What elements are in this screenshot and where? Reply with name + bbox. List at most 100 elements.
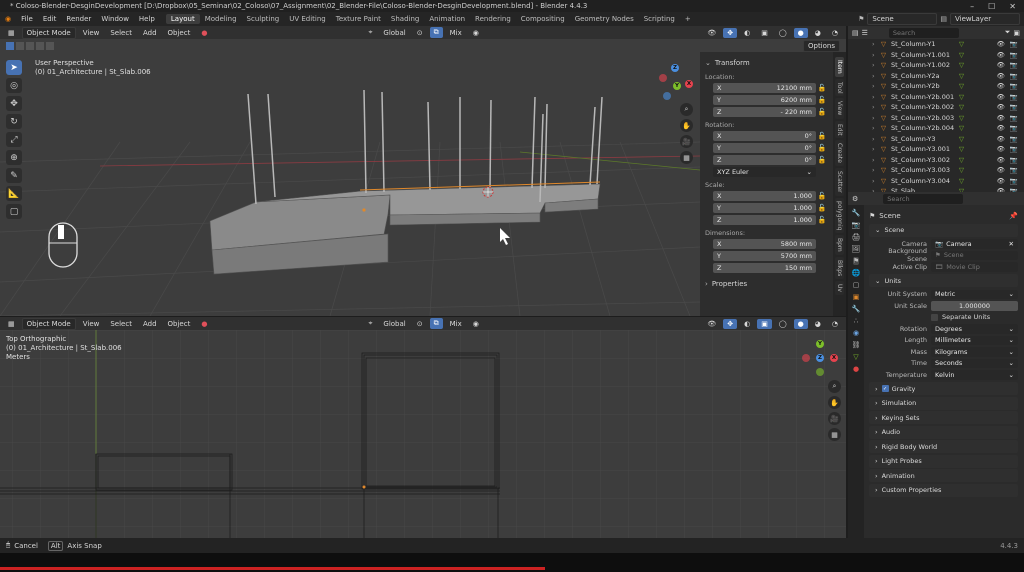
workspace-tab-animation[interactable]: Animation [424,14,470,24]
snap-icon[interactable]: ⧉ [429,318,443,329]
orientation-dropdown[interactable]: Global [379,28,409,38]
close-icon[interactable]: ✕ [1009,2,1016,11]
render-camera-icon[interactable]: 📷 [1010,72,1018,80]
unit-system-dropdown[interactable]: Metric ⌄ [931,289,1018,299]
tool-properties-icon[interactable]: 🔧 [852,209,861,217]
mode-dropdown[interactable]: Object Mode [21,317,76,330]
zoom-icon[interactable]: ⌕ [828,380,841,393]
menu-add[interactable]: Add [139,28,161,38]
lock-icon[interactable]: 🔓 [816,156,828,164]
shading-wireframe-icon[interactable]: ◯ [775,319,791,329]
transform-orientation-icon[interactable]: ⌖ [364,27,376,38]
shading-rendered-icon[interactable]: ◔ [828,319,842,329]
gizmo-z-axis[interactable]: Z [816,354,824,362]
annotate-tool-icon[interactable]: ✎ [6,168,22,183]
tab-view[interactable]: View [835,98,844,119]
gizmo-z-axis[interactable]: Z [671,64,679,72]
dimensions-x-field[interactable]: X 5800 mm [713,238,816,249]
visibility-eye-icon[interactable]: 👁 [997,82,1005,90]
camera-view-icon[interactable]: 🎥 [828,412,841,425]
menu-object[interactable]: Object [164,28,195,38]
lock-icon[interactable]: 🔓 [816,96,828,104]
panel-header-audio[interactable]: › Audio [869,425,1018,439]
gizmo-toggle-icon[interactable]: ✥ [723,318,738,329]
output-properties-icon[interactable]: 🖨 [852,233,861,241]
outliner-item[interactable]: › ▽ St_Column-Y1.001 ▽ 👁 📷 [872,50,1024,61]
visibility-icon[interactable]: 👁 [703,319,720,329]
expand-arrow-icon[interactable]: › [872,72,881,80]
shading-solid-icon[interactable]: ● [793,27,808,38]
outliner-item[interactable]: › ▽ St_Column-Y2b.001 ▽ 👁 📷 [872,92,1024,103]
visibility-eye-icon[interactable]: 👁 [997,166,1005,174]
gizmo-toggle-icon[interactable]: ✥ [723,27,738,38]
properties-search-input[interactable]: Search [883,193,964,204]
shading-material-icon[interactable]: ◕ [811,319,825,329]
expand-arrow-icon[interactable]: › [872,114,881,122]
gizmo-neg-y[interactable] [816,368,824,376]
lock-icon[interactable]: 🔓 [816,144,828,152]
visibility-eye-icon[interactable]: 👁 [997,93,1005,101]
properties-subpanel-header[interactable]: › Properties [705,278,828,289]
filter-icon[interactable]: ⏷ [1005,28,1011,37]
shading-rendered-icon[interactable]: ◔ [828,28,842,38]
panel-header-keying-sets[interactable]: › Keying Sets [869,411,1018,424]
expand-arrow-icon[interactable]: › [872,93,881,101]
visibility-eye-icon[interactable]: 👁 [997,124,1005,132]
lock-icon[interactable]: 🔓 [816,108,828,116]
proportional-icon[interactable]: ◉ [469,28,483,38]
active-clip-field[interactable]: 🎞 Movie Clip [931,262,1018,272]
render-camera-icon[interactable]: 📷 [1010,61,1018,69]
add-cube-tool-icon[interactable]: ▢ [6,204,22,219]
expand-arrow-icon[interactable]: › [872,177,881,185]
transform-tool-icon[interactable]: ⊕ [6,150,22,165]
workspace-tab-shading[interactable]: Shading [386,14,424,24]
panel-header-animation[interactable]: › Animation [869,469,1018,482]
visibility-eye-icon[interactable]: 👁 [997,114,1005,122]
outliner-item[interactable]: › ▽ St_Column-Y3.002 ▽ 👁 📷 [872,155,1024,166]
gizmo-neg-x[interactable] [802,354,810,362]
tab-blkps[interactable]: Blkps [835,257,844,280]
rotation-mode-dropdown[interactable]: XYZ Euler ⌄ [713,166,816,177]
tab-bpm[interactable]: Bpm [835,235,844,256]
lock-icon[interactable]: 🔓 [816,132,828,140]
menu-view[interactable]: View [79,319,104,329]
menu-view[interactable]: View [79,28,104,38]
orientation-dropdown[interactable]: Global [379,319,409,329]
pan-hand-icon[interactable]: ✋ [828,396,841,409]
rotate-tool-icon[interactable]: ↻ [6,114,22,129]
add-workspace-icon[interactable]: + [680,14,696,24]
view-layer-properties-icon[interactable]: 🖼 [852,245,861,253]
location-z-field[interactable]: Z- 220 mm [713,106,816,117]
visibility-eye-icon[interactable]: 👁 [997,40,1005,48]
tab-scatter[interactable]: Scatter [835,168,844,196]
gravity-panel-header[interactable]: › ✓ Gravity [869,382,1018,395]
scale-z-field[interactable]: Z 1.000 [713,214,816,225]
outliner-item[interactable]: › ▽ St_Column-Y2b.002 ▽ 👁 📷 [872,102,1024,113]
workspace-tab-scripting[interactable]: Scripting [639,14,680,24]
menu-select[interactable]: Select [106,319,136,329]
visibility-eye-icon[interactable]: 👁 [997,72,1005,80]
time-units-dropdown[interactable]: Seconds ⌄ [931,358,1018,368]
location-x-field[interactable]: X 12100 mm [713,82,816,93]
move-tool-icon[interactable]: ✥ [6,96,22,111]
options-button[interactable]: Options [802,39,840,52]
display-mode-icon[interactable]: ☰ [862,29,868,37]
gravity-checkbox[interactable]: ✓ [881,385,889,392]
unit-scale-field[interactable]: 1.000000 [931,301,1018,311]
menu-edit[interactable]: Edit [38,15,62,23]
workspace-tab-layout[interactable]: Layout [165,14,200,24]
proportional-edit-dropdown[interactable]: Mix [446,319,466,329]
menu-add[interactable]: Add [139,319,161,329]
outliner-item[interactable]: › ▽ St_Column-Y3.001 ▽ 👁 📷 [872,144,1024,155]
lock-icon[interactable]: 🔓 [816,204,828,212]
menu-window[interactable]: Window [96,15,134,23]
overlay-toggle-icon[interactable]: ◐ [740,28,754,38]
render-camera-icon[interactable]: 📷 [1010,51,1018,59]
expand-arrow-icon[interactable]: › [872,166,881,174]
modifier-properties-icon[interactable]: 🔧 [852,305,861,313]
minimize-icon[interactable]: – [970,2,974,11]
panel-header-custom-properties[interactable]: › Custom Properties [869,483,1018,497]
rotation-z-field[interactable]: Z 0° [713,154,816,165]
menu-select[interactable]: Select [106,28,136,38]
cursor-tool-icon[interactable]: ◎ [6,78,22,93]
